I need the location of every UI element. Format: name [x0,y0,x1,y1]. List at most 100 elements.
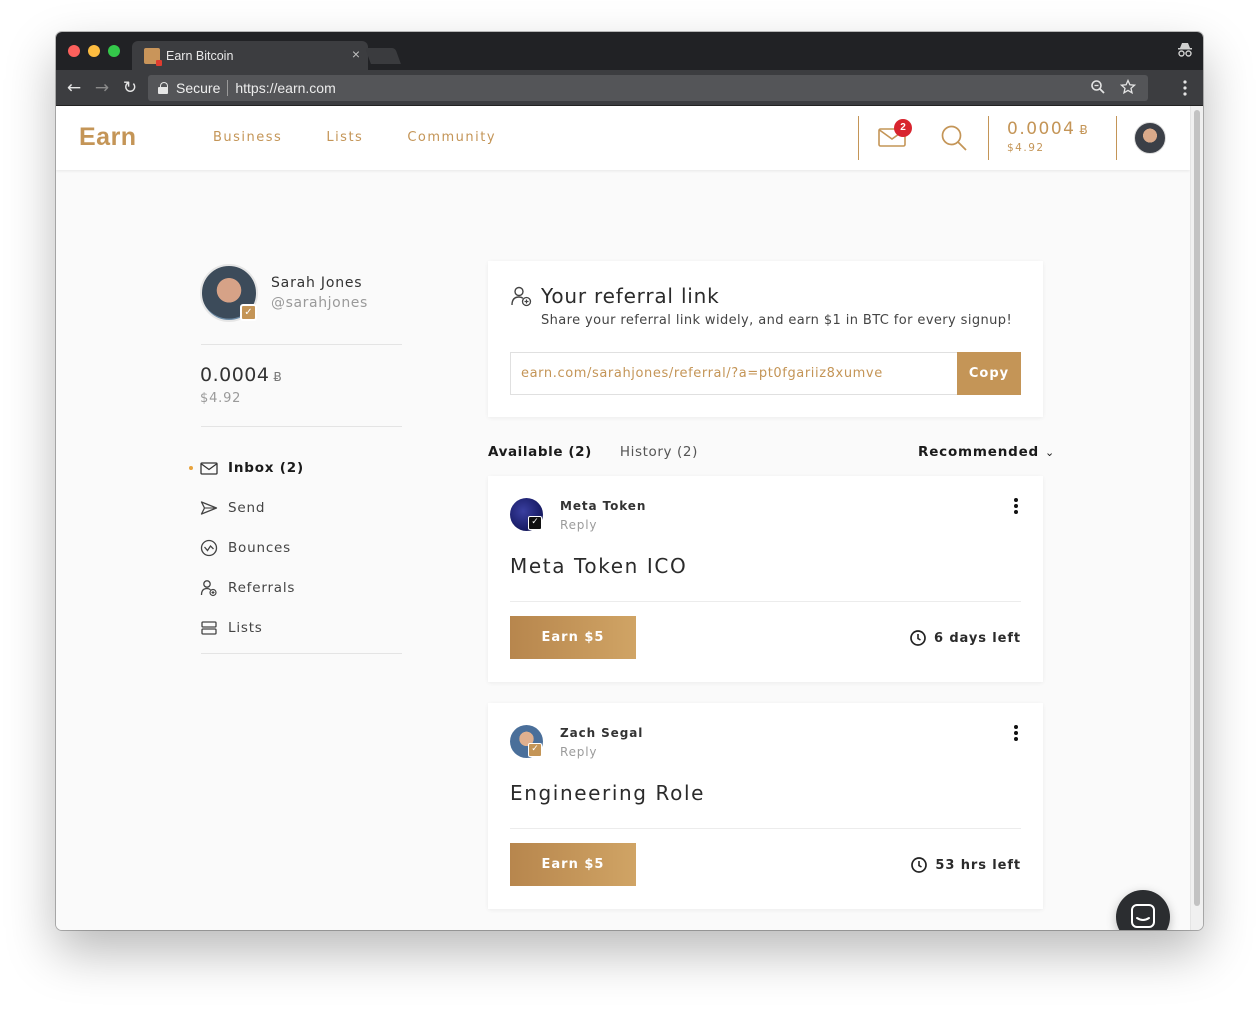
back-arrow-icon[interactable]: ← [64,78,84,98]
browser-window: Earn Bitcoin × ← → ↻ Secure https://earn… [56,32,1203,930]
chat-icon [1131,904,1155,928]
lists-icon [201,621,217,635]
tab-strip: Earn Bitcoin × [56,32,1203,70]
header-divider [1116,116,1117,160]
time-left: 53 hrs left [911,857,1021,873]
maximize-window-button[interactable] [108,45,120,57]
message-card: ✓ Zach Segal Reply Engineering Role Earn… [488,703,1043,909]
sidebar-item-inbox[interactable]: Inbox (2) [189,448,304,488]
clock-icon [910,630,926,646]
card-divider [510,828,1021,829]
sender-name[interactable]: Zach Segal [560,726,643,740]
sidebar-item-label: Inbox (2) [228,460,304,476]
earn-favicon-icon [144,47,162,66]
sidebar-item-label: Referrals [228,580,296,596]
address-bar-actions [1090,79,1136,95]
browser-menu-icon[interactable] [1183,80,1187,96]
sort-label: Recommended [918,444,1040,460]
add-user-icon [511,286,532,307]
referral-card: Your referral link Share your referral l… [488,261,1043,417]
mail-icon [200,462,218,475]
earn-logo[interactable]: Earn [79,123,137,152]
address-separator [227,80,229,96]
referrals-icon [200,580,217,597]
earn-button[interactable]: Earn $5 [510,616,636,659]
earn-button[interactable]: Earn $5 [510,843,636,886]
main-nav: Business Lists Community [213,130,496,145]
sidebar-usd-balance: $4.92 [200,391,242,406]
url-text[interactable]: https://earn.com [235,80,335,96]
sidebar-item-send[interactable]: Send [200,488,304,528]
header-divider [858,116,859,160]
sort-dropdown[interactable]: Recommended ⌄ [918,444,1055,460]
sidebar-item-label: Send [228,500,266,516]
secure-label: Secure [176,80,221,96]
star-icon[interactable] [1120,79,1136,95]
referral-subtitle: Share your referral link widely, and ear… [541,313,1013,328]
message-card: ✓ Meta Token Reply Meta Token ICO Earn $… [488,476,1043,682]
sidebar-item-label: Lists [228,620,263,636]
header-balance[interactable]: 0.0004 Ƀ $4.92 [1007,119,1089,154]
tab-close-button[interactable]: × [352,46,360,62]
sidebar-item-bounces[interactable]: Bounces [200,528,304,568]
sidebar-menu: Inbox (2) Send Bounces Referrals Lists [189,448,304,648]
active-indicator [189,466,193,470]
site-header: Earn Business Lists Community 2 0.0004 Ƀ … [56,106,1190,170]
copy-button[interactable]: Copy [957,352,1021,395]
more-options-icon[interactable] [1009,725,1023,745]
sidebar-item-lists[interactable]: Lists [200,608,304,648]
mail-count-badge: 2 [894,119,912,137]
lock-icon [158,82,168,94]
tab-available[interactable]: Available (2) [488,444,592,460]
message-subject[interactable]: Engineering Role [510,781,705,805]
chat-launcher-button[interactable] [1116,890,1170,930]
verified-check-icon: ✓ [528,516,542,530]
bounces-icon [200,539,218,557]
time-left: 6 days left [910,630,1021,646]
user-avatar[interactable] [1134,122,1166,154]
browser-tab-content[interactable]: Earn Bitcoin × [142,41,368,70]
search-icon[interactable] [940,124,968,152]
more-options-icon[interactable] [1009,498,1023,518]
card-divider [510,601,1021,602]
header-usd-amount: $4.92 [1007,142,1045,154]
header-btc-amount: 0.0004 [1007,119,1076,139]
nav-business[interactable]: Business [213,130,282,145]
nav-community[interactable]: Community [407,130,496,145]
reload-icon[interactable]: ↻ [120,78,140,98]
sidebar-divider [201,653,402,654]
reply-link[interactable]: Reply [560,518,597,532]
close-window-button[interactable] [68,45,80,57]
new-tab-button[interactable] [365,48,401,64]
nav-lists[interactable]: Lists [326,130,363,145]
time-left-text: 53 hrs left [935,857,1021,873]
minimize-window-button[interactable] [88,45,100,57]
referral-link-field[interactable]: earn.com/sarahjones/referral/?a=pt0fgari… [510,352,958,395]
profile-handle: @sarahjones [271,295,368,311]
sidebar-btc-amount: 0.0004 [200,364,270,386]
btc-symbol: Ƀ [273,370,283,384]
verified-check-icon: ✓ [240,304,257,321]
message-subject[interactable]: Meta Token ICO [510,554,687,578]
feed-tabs: Available (2) History (2) [488,444,698,460]
sidebar-divider [201,344,402,345]
time-left-text: 6 days left [933,630,1021,646]
address-bar[interactable]: Secure https://earn.com [148,75,1148,101]
header-divider [988,116,989,160]
clock-icon [911,857,928,873]
reply-link[interactable]: Reply [560,745,597,759]
sidebar-btc-balance: 0.0004 Ƀ [200,364,282,386]
scrollbar-thumb[interactable] [1194,110,1200,906]
chevron-down-icon: ⌄ [1045,446,1056,459]
referral-title: Your referral link [541,284,720,308]
tab-title: Earn Bitcoin [166,48,234,63]
zoom-icon[interactable] [1090,79,1106,95]
btc-symbol: Ƀ [1079,123,1090,137]
sender-name[interactable]: Meta Token [560,499,646,513]
sidebar-divider [201,426,402,427]
tab-history[interactable]: History (2) [620,444,698,460]
page-content: Earn Business Lists Community 2 0.0004 Ƀ … [56,106,1190,930]
page-scrollbar[interactable] [1190,106,1203,930]
sidebar-item-referrals[interactable]: Referrals [200,568,304,608]
forward-arrow-icon[interactable]: → [92,78,112,98]
